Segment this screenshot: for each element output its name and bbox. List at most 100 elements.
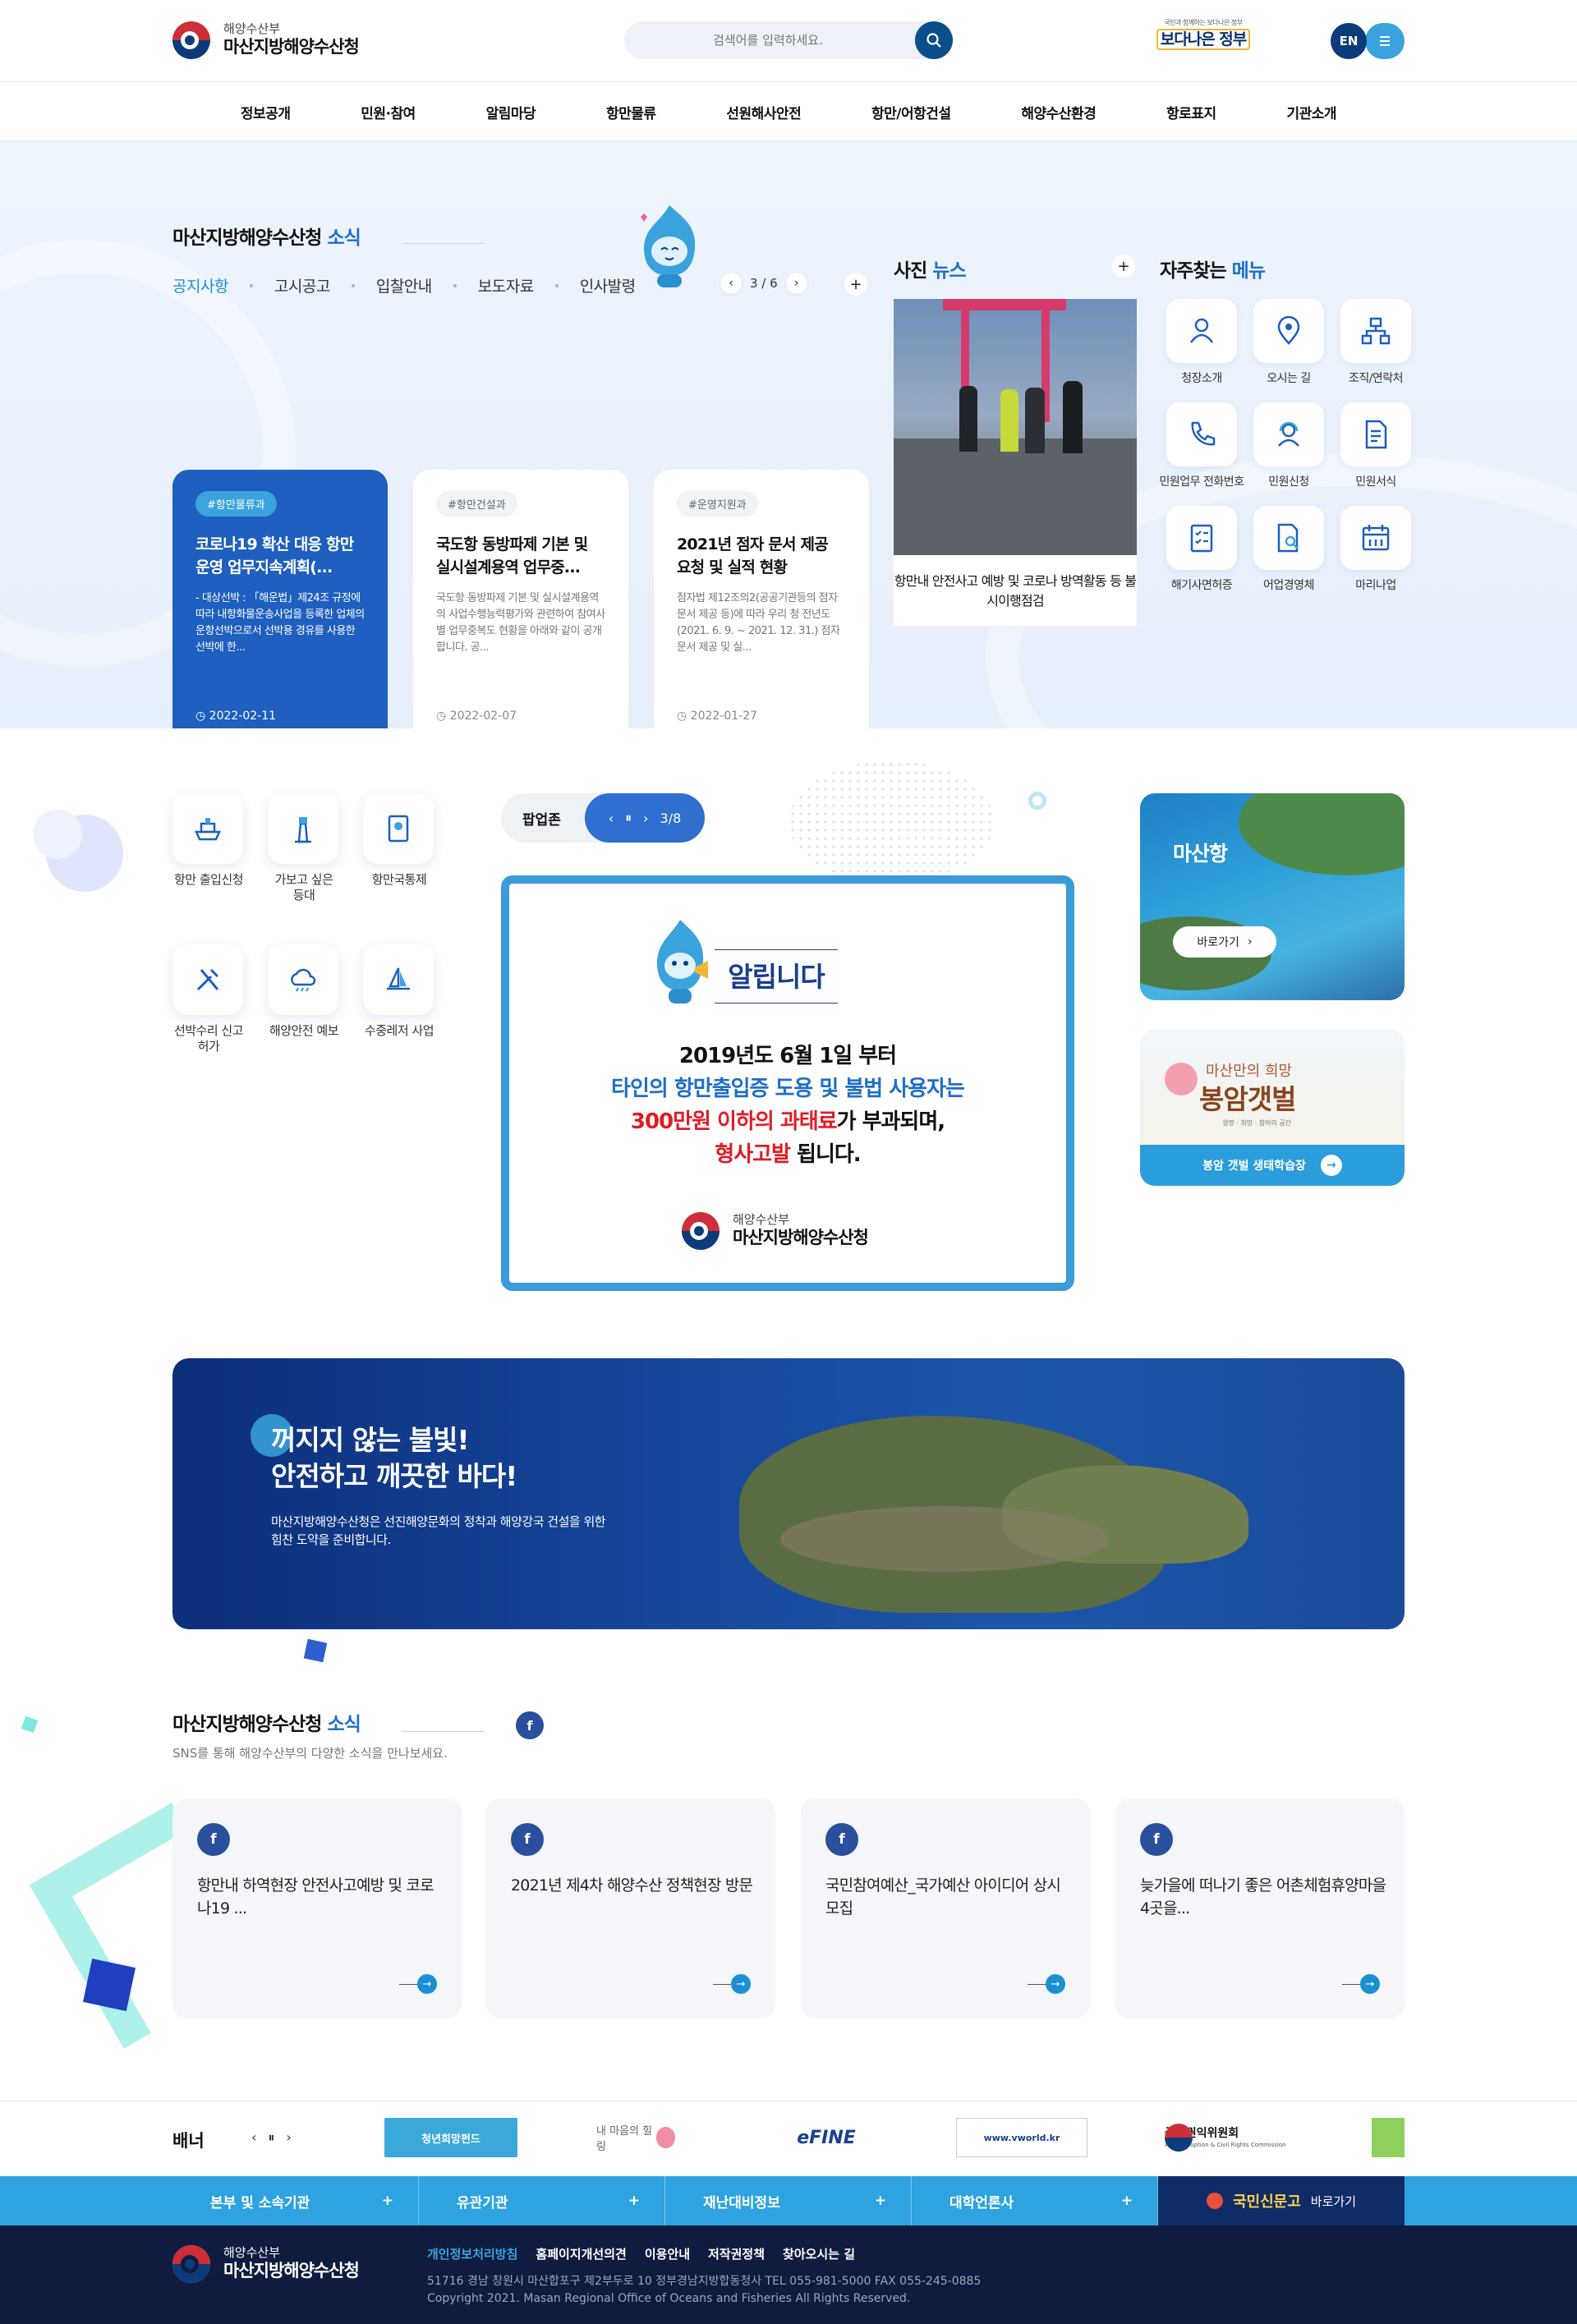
gnb-item-maritime-safety[interactable]: 선원해사안전 bbox=[726, 102, 801, 122]
news-more-plus-icon[interactable]: + bbox=[844, 273, 867, 296]
banner-acrc[interactable]: 국민권익위원회 Anti-Corruption & Civil Rights Co… bbox=[1165, 2118, 1288, 2157]
gnb-item-about[interactable]: 기관소개 bbox=[1286, 102, 1336, 122]
prev-icon[interactable]: ‹ bbox=[609, 811, 614, 826]
gnb-item-civil[interactable]: 민원·참여 bbox=[361, 102, 416, 122]
bongam-learning-link[interactable]: 봉암 갯벌 생태학습장 → bbox=[1140, 1145, 1405, 1186]
prev-icon[interactable]: ‹ bbox=[720, 273, 742, 294]
news-card-tag: #운영지원과 bbox=[677, 491, 758, 517]
tab-bidding[interactable]: 입찰안내 bbox=[376, 274, 432, 296]
ship-icon bbox=[195, 818, 221, 841]
news-pager: ‹ 3 / 6 › bbox=[720, 273, 807, 294]
banner-partial[interactable] bbox=[1372, 2118, 1405, 2157]
vision-banner: 꺼지지 않는 불빛! 안전하고 깨끗한 바다! 마산지방해양수산청은 선진해양문화… bbox=[172, 1358, 1405, 1629]
quick-item-directions[interactable]: 오시는 길 bbox=[1245, 299, 1332, 386]
banner-controls: ‹ ⏸ › bbox=[251, 2129, 292, 2146]
facebook-icon[interactable]: f bbox=[516, 1711, 544, 1739]
quick-item-seafarer-license[interactable]: 해기사면허증 bbox=[1158, 506, 1245, 593]
popup-line: 됩니다. bbox=[789, 1142, 862, 1167]
quick-item-label: 민원신청 bbox=[1268, 475, 1309, 489]
pause-icon[interactable]: ⏸ bbox=[625, 810, 632, 826]
book-icon bbox=[388, 815, 409, 843]
tab-press[interactable]: 보도자료 bbox=[478, 274, 534, 296]
english-button[interactable]: EN bbox=[1331, 23, 1367, 59]
footer-link-directions[interactable]: 찾아오시는 길 bbox=[783, 2245, 855, 2262]
service-port-state-control[interactable]: 항만국통제 bbox=[363, 793, 435, 888]
gnb-item-port-construction[interactable]: 항만/어항건설 bbox=[871, 102, 951, 122]
tab-notice[interactable]: 공지사항 bbox=[172, 274, 228, 296]
family-site-dropdown[interactable]: 유관기관 + bbox=[419, 2176, 665, 2225]
service-ship-repair[interactable]: 선박수리 신고허가 bbox=[172, 944, 245, 1054]
news-card[interactable]: #항만건설과 국도항 동방파제 기본 및 실시설계용역 업무중... 국도항 동… bbox=[413, 470, 628, 728]
service-port-entry[interactable]: 항만 출입신청 bbox=[172, 793, 245, 888]
footer-link-guide[interactable]: 이용안내 bbox=[645, 2245, 690, 2262]
banner-youth-hope-fund[interactable]: 청년희망펀드 bbox=[384, 2118, 517, 2157]
mascot-icon bbox=[641, 205, 696, 287]
quick-item-civil-phone[interactable]: 민원업무 전화번호 bbox=[1158, 402, 1245, 489]
vision-line: 꺼지지 않는 불빛! bbox=[271, 1424, 470, 1456]
banner-vworld[interactable]: www.vworld.kr bbox=[956, 2118, 1087, 2157]
plus-icon: + bbox=[1120, 2193, 1133, 2209]
footer-link-privacy[interactable]: 개인정보처리방침 bbox=[427, 2245, 517, 2262]
next-icon[interactable]: › bbox=[643, 811, 648, 826]
document-icon bbox=[1365, 420, 1387, 449]
search-button[interactable] bbox=[915, 21, 953, 59]
photo-news-item[interactable]: 항만내 안전사고 예방 및 코로나 방역활동 등 불시이행점검 bbox=[894, 299, 1137, 626]
sns-card-text: 늦가을에 떠나기 좋은 어촌체험휴양마을 4곳을... bbox=[1140, 1876, 1386, 1918]
gnb-item-info[interactable]: 정보공개 bbox=[241, 102, 291, 122]
gnb-item-port-logistics[interactable]: 항만물류 bbox=[606, 102, 656, 122]
service-lighthouse[interactable]: 가보고 싶은 등대 bbox=[268, 793, 340, 903]
tab-announcement[interactable]: 고시공고 bbox=[274, 274, 330, 296]
gov-slogan-badge[interactable]: 국민과 함께하는 보다나은 정부 보다나은 정부 bbox=[1154, 18, 1253, 64]
quick-item-fishery[interactable]: 어업경영체 bbox=[1245, 506, 1332, 593]
tab-separator bbox=[453, 283, 457, 287]
site-logo[interactable]: 해양수산부 마산지방해양수산청 bbox=[172, 21, 386, 62]
quick-item-organization[interactable]: 조직/연락처 bbox=[1332, 299, 1419, 386]
footer-link-copyright[interactable]: 저작권정책 bbox=[708, 2245, 765, 2262]
service-marine-forecast[interactable]: 해양안전 예보 bbox=[268, 944, 340, 1039]
news-tabs: 공지사항 고시공고 입찰안내 보도자료 인사발령 bbox=[172, 274, 636, 296]
tab-personnel[interactable]: 인사발령 bbox=[580, 274, 636, 296]
banner-efine[interactable]: eFINE bbox=[754, 2118, 899, 2157]
family-site-dropdown[interactable]: 대학언론사 + bbox=[912, 2176, 1158, 2225]
family-site-dropdown[interactable]: 본부 및 소속기관 + bbox=[172, 2176, 419, 2225]
masan-port-banner[interactable]: 마산항 바로가기 › bbox=[1140, 793, 1405, 1000]
cliff-shape bbox=[780, 1506, 1109, 1572]
sns-card[interactable]: f 국민참여예산_국가예산 아이디어 상시모집 → bbox=[801, 1798, 1090, 2019]
all-menu-button[interactable] bbox=[1365, 23, 1405, 59]
news-card[interactable]: #항만물류과 코로나19 확산 대응 항만 운영 업무지속계획(... - 대상… bbox=[172, 470, 388, 728]
prev-icon[interactable]: ‹ bbox=[251, 2129, 256, 2146]
quick-item-civil-apply[interactable]: 민원신청 bbox=[1245, 402, 1332, 489]
epeople-link[interactable]: 국민신문고 바로가기 bbox=[1158, 2176, 1405, 2225]
photo-news-more-plus-icon[interactable]: + bbox=[1112, 255, 1135, 278]
news-card[interactable]: #운영지원과 2021년 점자 문서 제공 요청 및 실적 현황 점자법 제12… bbox=[654, 470, 869, 728]
photo-news-caption: 항만내 안전사고 예방 및 코로나 방역활동 등 불시이행점검 bbox=[894, 555, 1137, 626]
gnb-item-notice[interactable]: 알림마당 bbox=[486, 102, 536, 122]
gnb-item-ocean-environment[interactable]: 해양수산환경 bbox=[1021, 102, 1096, 122]
news-card-title: 2021년 점자 문서 제공 요청 및 실적 현황 bbox=[677, 535, 829, 576]
popup-highlight-red: 형사고발 bbox=[715, 1142, 791, 1167]
footer-link-feedback[interactable]: 홈페이지개선의견 bbox=[536, 2245, 626, 2262]
sns-card[interactable]: f 2021년 제4차 해양수산 정책현장 방문 → bbox=[486, 1798, 775, 2019]
plus-icon: + bbox=[628, 2193, 640, 2209]
gnb-item-navigation-aids[interactable]: 항로표지 bbox=[1166, 102, 1216, 122]
sns-card[interactable]: f 항만내 하역현장 안전사고예방 및 코로나19 ... → bbox=[172, 1798, 462, 2019]
masan-port-go-button[interactable]: 바로가기 › bbox=[1173, 926, 1276, 958]
quick-item-label: 마리나업 bbox=[1355, 579, 1396, 592]
pause-icon[interactable]: ⏸ bbox=[268, 2129, 274, 2146]
family-site-label: 본부 및 소속기관 bbox=[210, 2194, 310, 2211]
quick-item-civil-forms[interactable]: 민원서식 bbox=[1332, 402, 1419, 489]
quick-item-marina[interactable]: 마리나업 bbox=[1332, 506, 1419, 593]
popup-notice[interactable]: 알립니다 2019년도 6월 1일 부터 타인의 항만출입증 도용 및 불법 사… bbox=[501, 875, 1074, 1291]
sns-card[interactable]: f 늦가을에 떠나기 좋은 어촌체험휴양마을 4곳을... → bbox=[1115, 1798, 1405, 2019]
bongam-tidal-flat-banner[interactable]: 마산만의 희망 봉암갯벌 생명 · 희망 · 참여의 공간 봉암 갯벌 생태학습… bbox=[1140, 1030, 1405, 1186]
banner-healing[interactable]: 내 마음의 힐링 bbox=[596, 2118, 675, 2157]
person-figure bbox=[1000, 389, 1018, 452]
family-site-dropdown[interactable]: 재난대비정보 + bbox=[665, 2176, 912, 2225]
search-input[interactable] bbox=[624, 21, 912, 59]
next-icon[interactable]: › bbox=[785, 273, 807, 294]
quick-item-commissioner[interactable]: 청장소개 bbox=[1158, 299, 1245, 386]
next-icon[interactable]: › bbox=[286, 2129, 291, 2146]
document-search-icon bbox=[1277, 523, 1299, 553]
service-underwater-leisure[interactable]: 수중레저 사업 bbox=[363, 944, 435, 1039]
quick-item-label: 민원업무 전화번호 bbox=[1159, 475, 1245, 489]
